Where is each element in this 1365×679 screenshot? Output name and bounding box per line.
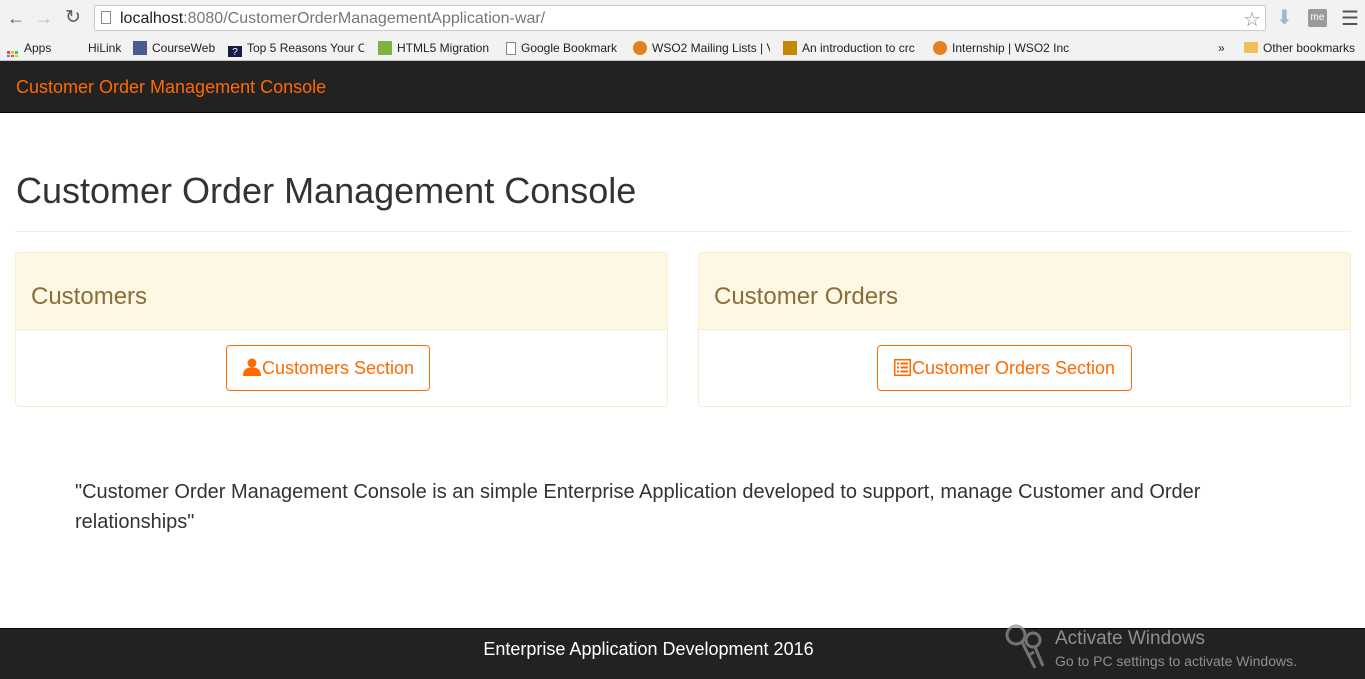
watermark-subtitle: Go to PC settings to activate Windows.: [1055, 653, 1297, 669]
description-quote: "Customer Order Management Console is an…: [75, 481, 1201, 533]
bookmark-other[interactable]: Other bookmarks: [1244, 40, 1355, 57]
address-bar[interactable]: localhost:8080/CustomerOrderManagementAp…: [94, 5, 1266, 31]
bookmarks-overflow-chevron[interactable]: »: [1218, 40, 1225, 57]
download-arrow-icon[interactable]: ⬇: [1276, 8, 1293, 28]
shield-icon: [783, 41, 797, 55]
navbar-brand[interactable]: Customer Order Management Console: [16, 77, 326, 98]
bookmark-internship[interactable]: Internship | WSO2 Inc: [933, 40, 1069, 57]
bookmark-top5[interactable]: ? Top 5 Reasons Your C: [228, 40, 364, 57]
list-alt-icon: [894, 359, 911, 376]
html5-icon: [378, 41, 392, 55]
divider: [15, 231, 1351, 232]
watermark-title: Activate Windows: [1055, 628, 1205, 649]
wso2-icon: [933, 41, 947, 55]
page-title: Customer Order Management Console: [16, 170, 637, 211]
folder-icon: [1244, 42, 1258, 53]
user-icon: [243, 358, 261, 376]
button-label: Customers Section: [262, 358, 415, 378]
page-icon: [101, 11, 111, 24]
menu-icon[interactable]: ☰: [1341, 6, 1359, 31]
url-text: localhost:8080/CustomerOrderManagementAp…: [120, 10, 546, 27]
top-navbar: Customer Order Management Console: [0, 61, 1365, 113]
page-icon: [506, 42, 516, 55]
bookmark-hilink[interactable]: HiLink: [88, 40, 121, 57]
back-arrow-icon[interactable]: ←: [6, 8, 26, 28]
panel-title: Customers: [31, 283, 148, 310]
extension-icon[interactable]: me: [1308, 9, 1327, 27]
panel-heading: Customer Orders: [699, 253, 1350, 330]
customer-orders-panel: Customer Orders Customer Orders Section: [698, 252, 1351, 407]
bookmark-star-icon[interactable]: ☆: [1243, 7, 1261, 32]
wso2-icon: [633, 41, 647, 55]
bookmark-apps[interactable]: Apps: [7, 40, 51, 57]
reload-icon[interactable]: ↻: [63, 8, 83, 28]
forward-arrow-icon[interactable]: →: [34, 8, 54, 28]
bookmarks-bar: Apps HiLink CourseWeb ? Top 5 Reasons You…: [0, 36, 1365, 61]
courseweb-icon: [133, 41, 147, 55]
bookmark-html5[interactable]: HTML5 Migration: [378, 40, 489, 57]
key-icon: [1005, 624, 1045, 669]
bookmark-introduction[interactable]: An introduction to crc: [783, 40, 920, 57]
bookmark-courseweb[interactable]: CourseWeb: [133, 40, 215, 57]
customer-orders-section-button[interactable]: Customer Orders Section: [877, 345, 1132, 391]
button-label: Customer Orders Section: [912, 358, 1116, 378]
apps-grid-icon: [7, 51, 18, 57]
panel-title: Customer Orders: [714, 283, 899, 310]
bookmark-google[interactable]: Google Bookmark: [506, 40, 617, 57]
customers-section-button[interactable]: Customers Section: [226, 345, 430, 391]
panel-heading: Customers: [16, 253, 667, 330]
question-icon: ?: [228, 46, 242, 57]
browser-toolbar: ← → ↻ localhost:8080/CustomerOrderManage…: [0, 0, 1365, 36]
bookmark-wso2-mailing[interactable]: WSO2 Mailing Lists | V: [633, 40, 770, 57]
customers-panel: Customers Customers Section: [15, 252, 668, 407]
